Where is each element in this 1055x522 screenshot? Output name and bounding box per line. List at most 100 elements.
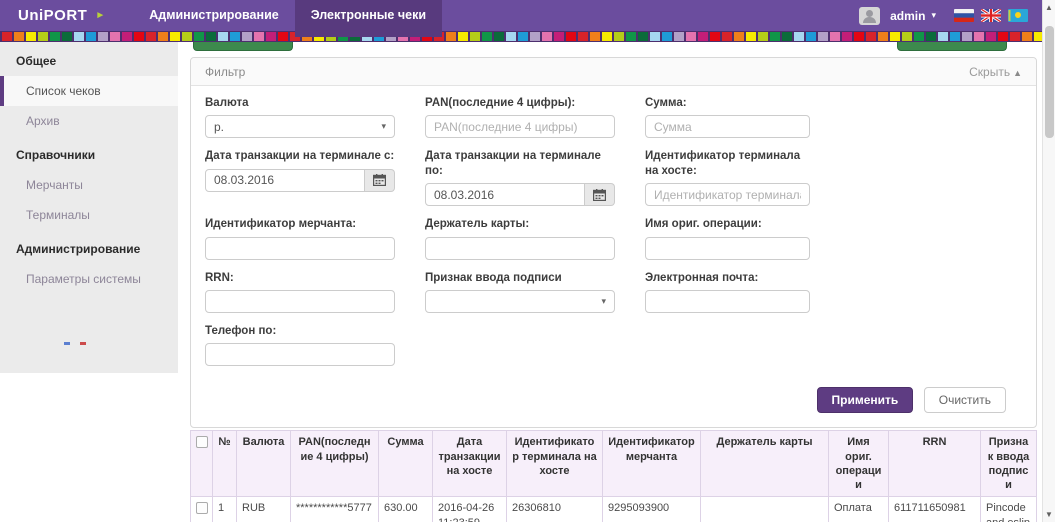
stripe-square (902, 32, 912, 41)
stripe-square (458, 32, 468, 41)
filter-form: Валюта р. ▾ PAN(последние 4 цифры): Сумм… (191, 86, 1036, 383)
stripe-square (614, 32, 624, 41)
scroll-down-arrow-icon[interactable]: ▼ (1043, 510, 1055, 519)
phone-label: Телефон по: (205, 324, 395, 338)
scroll-up-arrow-icon[interactable]: ▲ (1043, 3, 1055, 12)
stripe-square (278, 32, 288, 41)
stripe-square (986, 32, 996, 41)
receipts-table: №ВалютаPAN(последние 4 цифры)СуммаДата т… (190, 430, 1037, 522)
field-merchant-id: Идентификатор мерчанта: (205, 217, 395, 259)
stripe-square (182, 32, 192, 41)
flag-russia-icon[interactable] (954, 9, 974, 22)
rrn-label: RRN: (205, 271, 395, 285)
cardholder-label: Держатель карты: (425, 217, 615, 231)
stripe-square (134, 32, 144, 41)
select-all-header (191, 431, 213, 497)
orig-op-input[interactable] (645, 237, 810, 260)
stripe-square (650, 32, 660, 41)
collapse-label: Скрыть (969, 65, 1010, 79)
stripe-square (62, 32, 72, 41)
table-cell: Оплата (829, 497, 889, 522)
flag-uk-icon[interactable] (981, 9, 1001, 22)
clear-button[interactable]: Очистить (924, 387, 1006, 413)
sidebar-dot-red (80, 342, 86, 345)
collapse-filter-link[interactable]: Скрыть▲ (969, 65, 1022, 79)
user-menu[interactable]: admin (890, 9, 925, 23)
stripe-square (866, 32, 876, 41)
stripe-square (770, 32, 780, 41)
stripe-square (230, 32, 240, 41)
scrollbar-thumb[interactable] (1045, 26, 1054, 138)
brand-logo[interactable]: UniPORT (0, 7, 95, 24)
stripe-square (818, 32, 828, 41)
stripe-square (494, 32, 504, 41)
sidebar-item[interactable]: Список чеков (0, 76, 178, 106)
date-from-input[interactable] (205, 169, 365, 192)
apply-button[interactable]: Применить (817, 387, 914, 413)
receipts-table-wrap: №ВалютаPAN(последние 4 цифры)СуммаДата т… (190, 430, 1037, 522)
column-header: RRN (889, 431, 981, 497)
flag-kazakhstan-icon[interactable] (1008, 9, 1028, 22)
table-cell: 2016-04-26 11:23:59 (433, 497, 507, 522)
cardholder-input[interactable] (425, 237, 615, 260)
topbar-right: admin ▾ (859, 7, 1042, 25)
select-all-checkbox[interactable] (196, 436, 208, 448)
table-cell (701, 497, 829, 522)
amount-input[interactable] (645, 115, 810, 138)
sidebar-item[interactable]: Мерчанты (0, 170, 178, 200)
hidden-button-remnant-right[interactable] (897, 42, 1007, 51)
terminal-id-input[interactable] (645, 183, 810, 206)
email-input[interactable] (645, 290, 810, 313)
stripe-square (842, 32, 852, 41)
stripe-square (746, 32, 756, 41)
rrn-input[interactable] (205, 290, 395, 313)
sidebar: ОбщееСписок чековАрхивСправочникиМерчант… (0, 42, 178, 373)
stripe-square (158, 32, 168, 41)
stripe-square (578, 32, 588, 41)
hidden-button-remnant-left[interactable] (193, 42, 293, 51)
menu-item[interactable]: Электронные чеки (295, 0, 442, 37)
currency-select[interactable]: р. ▾ (205, 115, 395, 138)
stripe-square (830, 32, 840, 41)
sign-input-label: Признак ввода подписи (425, 271, 615, 285)
merchant-id-input[interactable] (205, 237, 395, 260)
pan-label: PAN(последние 4 цифры): (425, 96, 615, 110)
stripe-square (662, 32, 672, 41)
merchant-id-label: Идентификатор мерчанта: (205, 217, 395, 231)
stripe-square (962, 32, 972, 41)
row-checkbox[interactable] (196, 502, 208, 514)
table-cell: 9295093900 (603, 497, 701, 522)
column-header: Сумма (379, 431, 433, 497)
chevron-down-icon: ▾ (381, 121, 386, 132)
table-cell: 630.00 (379, 497, 433, 522)
stripe-square (1034, 32, 1042, 41)
calendar-button[interactable] (585, 183, 615, 206)
vertical-scrollbar[interactable]: ▲ ▼ (1042, 0, 1055, 522)
column-header: Имя ориг. операции (829, 431, 889, 497)
brand-arrow-icon: ► (95, 10, 105, 21)
phone-input[interactable] (205, 343, 395, 366)
field-pan: PAN(последние 4 цифры): (425, 96, 615, 138)
date-to-input[interactable] (425, 183, 585, 206)
sign-input-select[interactable]: ▾ (425, 290, 615, 313)
sidebar-dot-blue (64, 342, 70, 345)
user-avatar[interactable] (859, 7, 880, 25)
stripe-square (206, 32, 216, 41)
stripe-square (854, 32, 864, 41)
column-header: Идентификатор мерчанта (603, 431, 701, 497)
sidebar-section-heading: Администрирование (0, 230, 178, 264)
stripe-square (1010, 32, 1020, 41)
stripe-square (218, 32, 228, 41)
pan-input[interactable] (425, 115, 615, 138)
filter-actions: Применить Очистить (191, 383, 1036, 427)
row-checkbox-cell (191, 497, 213, 522)
field-date-to: Дата транзакции на терминале по: (425, 149, 615, 206)
sidebar-item[interactable]: Терминалы (0, 200, 178, 230)
calendar-button[interactable] (365, 169, 395, 192)
sidebar-item[interactable]: Архив (0, 106, 178, 136)
date-to-label: Дата транзакции на терминале по: (425, 149, 615, 178)
sidebar-item[interactable]: Параметры системы (0, 264, 178, 294)
stripe-square (590, 32, 600, 41)
menu-item[interactable]: Администрирование (133, 0, 294, 31)
top-menu: АдминистрированиеЭлектронные чеки (133, 0, 442, 31)
